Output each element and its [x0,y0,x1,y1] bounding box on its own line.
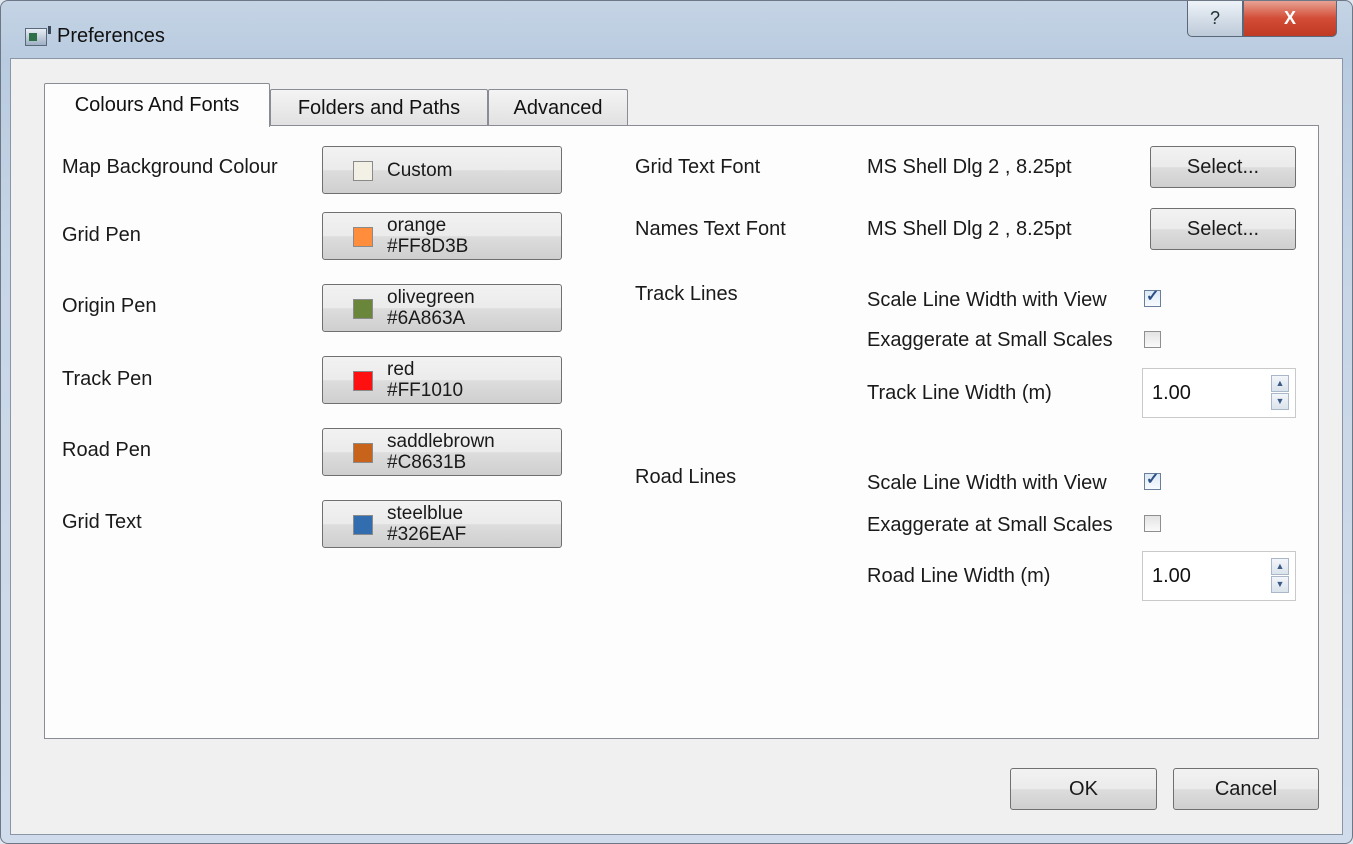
road-line-width-label: Road Line Width (m) [867,565,1051,587]
track-pen-label: Track Pen [62,368,153,390]
grid-text-colour-name: steelblue [387,503,464,524]
app-icon [25,26,51,46]
grid-text-font-label: Grid Text Font [635,156,761,178]
track-exaggerate-checkbox[interactable] [1144,331,1161,348]
grid-text-colour-text: steelblue #326EAF [387,503,466,545]
track-line-width-label: Track Line Width (m) [867,382,1052,404]
tab-colours-and-fonts[interactable]: Colours And Fonts [44,83,270,127]
map-background-colour-button[interactable]: Custom [322,146,562,194]
origin-pen-swatch [353,299,373,319]
track-line-width-value: 1.00 [1152,382,1191,404]
tab-advanced[interactable]: Advanced [488,89,628,127]
grid-text-colour-code: #326EAF [387,524,467,545]
names-text-font-select-button[interactable]: Select... [1150,208,1296,250]
road-lines-label: Road Lines [635,466,737,488]
title-bar[interactable]: Preferences ? X [1,1,1352,57]
track-exaggerate-label: Exaggerate at Small Scales [867,329,1113,351]
track-pen-swatch [353,371,373,391]
grid-text-colour-button[interactable]: steelblue #326EAF [322,500,562,548]
road-line-width-value: 1.00 [1152,565,1191,587]
track-line-width-spinbox[interactable]: 1.00 ▲ ▼ [1142,368,1296,418]
road-pen-label: Road Pen [62,439,151,461]
check-icon: ✓ [1146,471,1160,488]
origin-pen-button[interactable]: olivegreen #6A863A [322,284,562,332]
road-pen-button[interactable]: saddlebrown #C8631B [322,428,562,476]
check-icon: ✓ [1146,288,1160,305]
grid-pen-swatch [353,227,373,247]
road-exaggerate-label: Exaggerate at Small Scales [867,514,1113,536]
map-background-colour-label: Map Background Colour [62,156,278,178]
names-text-font-label: Names Text Font [635,218,786,240]
spin-up-arrow-icon[interactable]: ▲ [1271,558,1289,575]
names-text-font-value: MS Shell Dlg 2 , 8.25pt [867,218,1072,240]
road-line-width-spinbox[interactable]: 1.00 ▲ ▼ [1142,551,1296,601]
cancel-button[interactable]: Cancel [1173,768,1319,810]
road-scale-with-view-checkbox[interactable]: ✓ [1144,471,1161,490]
track-pen-colour-code: #FF1010 [387,380,464,401]
window-title: Preferences [57,25,165,47]
spin-up-arrow-icon[interactable]: ▲ [1271,375,1289,392]
tab-folders-and-paths[interactable]: Folders and Paths [270,89,488,127]
ok-button[interactable]: OK [1010,768,1157,810]
origin-pen-colour-text: olivegreen #6A863A [387,287,475,329]
track-scale-with-view-label: Scale Line Width with View [867,289,1107,311]
grid-pen-colour-code: #FF8D3B [387,236,469,257]
road-pen-colour-code: #C8631B [387,452,467,473]
road-pen-colour-name: saddlebrown [387,431,495,452]
grid-text-font-select-button[interactable]: Select... [1150,146,1296,188]
origin-pen-colour-name: olivegreen [387,287,475,308]
origin-pen-colour-code: #6A863A [387,308,466,329]
track-lines-label: Track Lines [635,283,738,305]
grid-pen-label: Grid Pen [62,224,141,246]
grid-text-font-value: MS Shell Dlg 2 , 8.25pt [867,156,1072,178]
grid-pen-button[interactable]: orange #FF8D3B [322,212,562,260]
origin-pen-label: Origin Pen [62,295,157,317]
grid-pen-colour-text: orange #FF8D3B [387,215,468,257]
road-pen-swatch [353,443,373,463]
help-button[interactable]: ? [1187,1,1243,37]
grid-text-label: Grid Text [62,511,142,533]
grid-pen-colour-name: orange [387,215,447,236]
road-pen-colour-text: saddlebrown #C8631B [387,431,495,473]
dialog-client-area: Colours And Fonts Folders and Paths Adva… [10,58,1343,835]
map-background-swatch [353,161,373,181]
track-pen-colour-name: red [387,359,415,380]
spin-down-arrow-icon[interactable]: ▼ [1271,393,1289,410]
track-pen-colour-text: red #FF1010 [387,359,463,401]
road-scale-with-view-label: Scale Line Width with View [867,472,1107,494]
spin-down-arrow-icon[interactable]: ▼ [1271,576,1289,593]
close-button[interactable]: X [1243,1,1337,37]
road-exaggerate-checkbox[interactable] [1144,515,1161,532]
map-background-colour-name: Custom [387,160,453,181]
grid-text-swatch [353,515,373,535]
preferences-window: Preferences ? X Colours And Fonts Folder… [0,0,1353,844]
tab-pane-colours-and-fonts: Map Background Colour Custom Grid Pen or… [44,125,1319,739]
track-pen-button[interactable]: red #FF1010 [322,356,562,404]
track-scale-with-view-checkbox[interactable]: ✓ [1144,288,1161,307]
